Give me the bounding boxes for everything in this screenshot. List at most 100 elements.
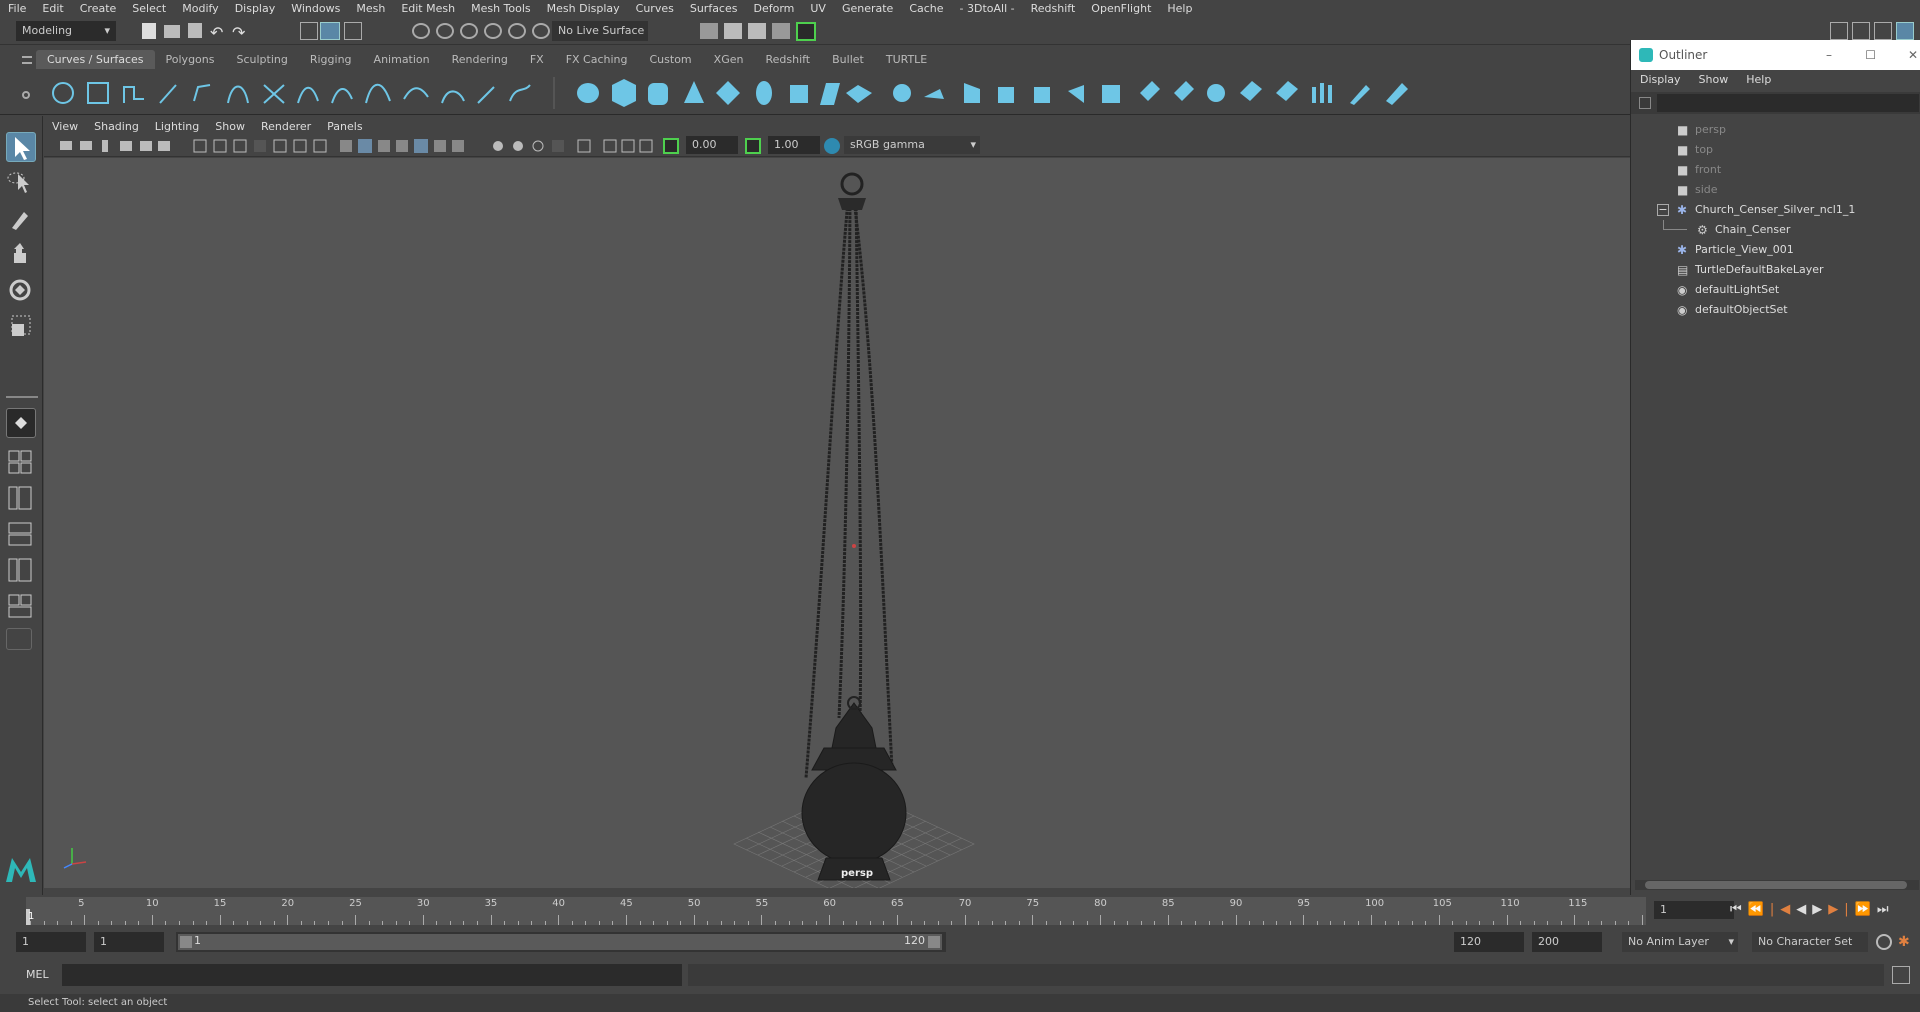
character-set-dropdown[interactable]: No Character Set bbox=[1752, 932, 1868, 952]
shelf-tab-turtle[interactable]: TURTLE bbox=[875, 50, 938, 69]
step-back-key-icon[interactable]: |◀ bbox=[1770, 902, 1796, 917]
outliner-menu-show[interactable]: Show bbox=[1690, 70, 1738, 90]
2d-pan-zoom-icon[interactable] bbox=[140, 141, 152, 151]
outliner-row[interactable]: ◉ defaultLightSet bbox=[1631, 280, 1920, 300]
scene-end-field[interactable]: 200 bbox=[1532, 932, 1602, 952]
nurbs-plane-icon[interactable] bbox=[716, 81, 740, 105]
nurbs-circle-icon[interactable] bbox=[52, 82, 74, 104]
hypershade-layout-icon[interactable] bbox=[6, 556, 36, 586]
use-all-lights-icon[interactable] bbox=[434, 140, 446, 152]
outliner-menu-display[interactable]: Display bbox=[1631, 70, 1690, 90]
select-tool-icon[interactable] bbox=[6, 132, 36, 162]
outliner-row[interactable]: ■ side bbox=[1631, 180, 1920, 200]
menu-windows[interactable]: Windows bbox=[283, 0, 348, 17]
safe-title-icon[interactable] bbox=[313, 139, 327, 153]
shelf-tab-polygons[interactable]: Polygons bbox=[155, 50, 226, 69]
outliner-search-input[interactable] bbox=[1657, 94, 1919, 112]
xray-joints-icon[interactable] bbox=[639, 139, 653, 153]
single-pane-layout-icon[interactable] bbox=[6, 408, 36, 438]
menu-cache[interactable]: Cache bbox=[901, 0, 951, 17]
four-pane-layout-icon[interactable] bbox=[6, 448, 36, 478]
menu-uv[interactable]: UV bbox=[802, 0, 834, 17]
shelf-tab-curves-surfaces[interactable]: Curves / Surfaces bbox=[36, 50, 155, 69]
render-settings-icon[interactable] bbox=[748, 23, 766, 39]
shelf-tab-sculpting[interactable]: Sculpting bbox=[225, 50, 298, 69]
anim-prefs-icon[interactable]: ✱ bbox=[1898, 934, 1914, 950]
untrim-icon[interactable] bbox=[1207, 84, 1225, 102]
lasso-tool-icon[interactable] bbox=[6, 168, 36, 198]
undo-icon[interactable]: ↶ bbox=[210, 23, 228, 42]
grease-pencil-icon[interactable] bbox=[158, 141, 170, 151]
camera-attributes-icon[interactable] bbox=[80, 141, 92, 150]
xray-icon[interactable] bbox=[603, 139, 617, 153]
menu-curves[interactable]: Curves bbox=[628, 0, 682, 17]
snap-curve-icon[interactable] bbox=[436, 23, 454, 39]
ep-curve-icon[interactable] bbox=[123, 86, 144, 103]
loft-icon[interactable] bbox=[820, 83, 840, 105]
intersect-surfaces-icon[interactable] bbox=[1140, 81, 1160, 101]
insert-isoparms-icon[interactable] bbox=[1276, 81, 1298, 101]
birail-icon[interactable] bbox=[924, 89, 944, 99]
render-current-icon[interactable] bbox=[700, 23, 718, 39]
select-camera-icon[interactable] bbox=[60, 141, 72, 150]
panel-menu-renderer[interactable]: Renderer bbox=[253, 118, 319, 135]
select-object-icon[interactable] bbox=[320, 22, 340, 40]
bevel-plus-icon[interactable] bbox=[1068, 85, 1084, 103]
go-to-start-icon[interactable]: ⏮ bbox=[1730, 902, 1748, 917]
nurbs-sphere-icon[interactable] bbox=[577, 83, 599, 103]
viewport-persp[interactable]: persp bbox=[44, 158, 1630, 901]
tool-settings-icon[interactable] bbox=[1874, 22, 1892, 40]
outliner-row[interactable]: ▤ TurtleDefaultBakeLayer bbox=[1631, 260, 1920, 280]
isolate-select-icon[interactable] bbox=[577, 139, 591, 153]
save-scene-icon[interactable] bbox=[188, 23, 202, 38]
attribute-editor-icon[interactable] bbox=[1852, 22, 1870, 40]
auto-key-icon[interactable] bbox=[1876, 934, 1892, 950]
boundary-icon[interactable] bbox=[964, 83, 980, 103]
gamma-icon[interactable] bbox=[745, 138, 761, 154]
range-track[interactable]: 1 120 bbox=[176, 932, 946, 952]
insert-knot-icon[interactable] bbox=[477, 86, 495, 104]
menu-redshift[interactable]: Redshift bbox=[1023, 0, 1084, 17]
persp-graph-layout-icon[interactable] bbox=[6, 520, 36, 550]
range-start-handle[interactable] bbox=[180, 936, 192, 948]
close-icon[interactable]: ✕ bbox=[1908, 40, 1918, 70]
current-frame-field[interactable]: 1 bbox=[1654, 901, 1734, 919]
grid-toggle-icon[interactable] bbox=[193, 139, 207, 153]
channel-box-icon[interactable] bbox=[1896, 22, 1914, 40]
rotate-tool-icon[interactable] bbox=[6, 276, 36, 306]
bezier-curve-icon[interactable] bbox=[193, 84, 211, 102]
shelf-tab-fx-caching[interactable]: FX Caching bbox=[555, 50, 639, 69]
exposure-field[interactable]: 0.00 bbox=[686, 136, 738, 154]
attach-curves-icon[interactable] bbox=[297, 86, 319, 104]
multisample-aa-icon[interactable] bbox=[532, 140, 544, 152]
bookmarks-icon[interactable] bbox=[102, 140, 108, 152]
shadows-icon[interactable] bbox=[452, 140, 464, 152]
nurbs-torus-icon[interactable] bbox=[756, 81, 772, 105]
panel-menu-panels[interactable]: Panels bbox=[319, 118, 370, 135]
extend-surface-icon[interactable] bbox=[1240, 81, 1262, 101]
wireframe-icon[interactable] bbox=[340, 140, 352, 152]
go-to-end-icon[interactable]: ⏭ bbox=[1877, 902, 1895, 917]
menu-edit[interactable]: Edit bbox=[34, 0, 71, 17]
shelf-tab-animation[interactable]: Animation bbox=[363, 50, 441, 69]
time-ruler[interactable]: 5 10 15 20 25 30 35 40 45 50 55 60 65 70 75 80 85 90 95 100… bbox=[26, 897, 1646, 925]
ipr-render-icon[interactable] bbox=[724, 23, 742, 39]
command-input[interactable] bbox=[62, 964, 682, 986]
outliner-row[interactable]: ◉ defaultObjectSet bbox=[1631, 300, 1920, 320]
menu-set-dropdown[interactable]: Modeling ▾ bbox=[16, 21, 116, 41]
menu-openflight[interactable]: OpenFlight bbox=[1083, 0, 1159, 17]
menu-modify[interactable]: Modify bbox=[174, 0, 226, 17]
nurbs-square-icon[interactable] bbox=[87, 82, 109, 104]
panel-menu-shading[interactable]: Shading bbox=[86, 118, 147, 135]
offset-curve-icon[interactable] bbox=[403, 87, 429, 100]
view-transform-dropdown[interactable]: sRGB gamma ▾ bbox=[844, 136, 980, 154]
duplicate-curves-icon[interactable] bbox=[509, 84, 531, 102]
rebuild-curve-icon[interactable] bbox=[365, 83, 391, 104]
menu-mesh-tools[interactable]: Mesh Tools bbox=[463, 0, 539, 17]
uv-editor-layout-icon[interactable] bbox=[6, 592, 36, 622]
play-backward-icon[interactable]: ◀ bbox=[1796, 902, 1812, 917]
maximize-icon[interactable]: ☐ bbox=[1865, 40, 1876, 70]
curve-intersect-icon[interactable] bbox=[263, 84, 285, 104]
extend-curve-icon[interactable] bbox=[441, 90, 465, 104]
script-editor-icon[interactable] bbox=[1892, 966, 1910, 984]
